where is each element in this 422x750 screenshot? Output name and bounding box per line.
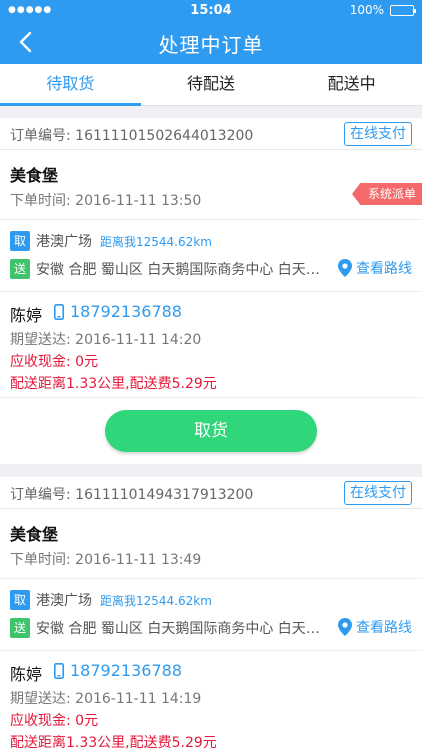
order-header: 订单编号: 16111101502644013200 在线支付 <box>0 118 422 150</box>
dropoff-address: 安徽 合肥 蜀山区 白天鹅国际商务中心 白天鹅国际商务中心 <box>36 621 328 637</box>
order-card: 订单编号: 16111101502644013200 在线支付 美食堡 下单时间… <box>0 118 422 464</box>
tab-delivering[interactable]: 配送中 <box>281 64 422 105</box>
dropoff-icon: 送 <box>10 259 30 279</box>
receiver-phone[interactable]: 18792136788 <box>54 661 182 680</box>
pickup-line: 取 港澳广场 距离我12544.62km <box>10 231 212 251</box>
status-bar: ●●●●● 15:04 100% <box>0 0 422 20</box>
status-right: 100% <box>349 3 416 17</box>
order-card: 订单编号: 16111101494317913200 在线支付 美食堡 下单时间… <box>0 477 422 750</box>
view-route-label: 查看路线 <box>356 620 412 636</box>
shop-name: 美食堡 <box>10 525 59 544</box>
nav-bar: 处理中订单 <box>0 20 422 64</box>
view-route-label: 查看路线 <box>356 261 412 277</box>
receiver-section: 陈婷 18792136788 期望送达: 2016-11-11 14:19 应收… <box>0 651 422 750</box>
pickup-line: 取 港澳广场 距离我12544.62km <box>10 590 212 610</box>
expected-delivery: 期望送达: 2016-11-11 14:19 <box>10 691 202 707</box>
battery-icon <box>390 4 416 16</box>
shop-section[interactable]: 美食堡 下单时间: 2016-11-11 13:49 <box>0 509 422 579</box>
view-route-link[interactable]: 查看路线 <box>338 617 412 637</box>
order-time: 下单时间: 2016-11-11 13:49 <box>10 552 202 568</box>
page-title: 处理中订单 <box>158 33 264 57</box>
dropoff-address: 安徽 合肥 蜀山区 白天鹅国际商务中心 白天鹅国际商务中心 <box>36 262 328 278</box>
tab-bar: 待取货 待配送 配送中 <box>0 64 422 106</box>
system-dispatch-tag: 系统派单 <box>352 183 422 205</box>
route-section: 取 港澳广场 距离我12544.62km 送 安徽 合肥 蜀山区 白天鹅国际商务… <box>0 220 422 292</box>
battery-percent: 100% <box>349 3 384 17</box>
dropoff-line: 送 安徽 合肥 蜀山区 白天鹅国际商务中心 白天鹅国际商务中心 <box>10 259 328 279</box>
pickup-icon: 取 <box>10 231 30 251</box>
receiver-name: 陈婷 <box>10 306 43 325</box>
order-number: 订单编号: 16111101502644013200 <box>10 128 254 144</box>
pickup-button[interactable]: 取货 <box>105 410 317 452</box>
route-section: 取 港澳广场 距离我12544.62km 送 安徽 合肥 蜀山区 白天鹅国际商务… <box>0 579 422 651</box>
pickup-name: 港澳广场 <box>36 593 92 609</box>
pickup-name: 港澳广场 <box>36 234 92 250</box>
cash-due: 应收现金: 0元 <box>10 354 99 370</box>
cash-due: 应收现金: 0元 <box>10 713 99 729</box>
payment-badge: 在线支付 <box>344 122 412 146</box>
order-header: 订单编号: 16111101494317913200 在线支付 <box>0 477 422 509</box>
receiver-section: 陈婷 18792136788 期望送达: 2016-11-11 14:20 应收… <box>0 292 422 398</box>
payment-badge: 在线支付 <box>344 481 412 505</box>
order-time: 下单时间: 2016-11-11 13:50 <box>10 193 202 209</box>
phone-number: 18792136788 <box>70 302 182 321</box>
location-pin-icon <box>338 259 352 277</box>
action-section: 取货 <box>0 398 422 462</box>
view-route-link[interactable]: 查看路线 <box>338 258 412 278</box>
delivery-fee: 配送距离1.33公里,配送费5.29元 <box>10 735 217 750</box>
tab-pending-delivery[interactable]: 待配送 <box>141 64 282 105</box>
dropoff-line: 送 安徽 合肥 蜀山区 白天鹅国际商务中心 白天鹅国际商务中心 <box>10 618 328 638</box>
dropoff-icon: 送 <box>10 618 30 638</box>
phone-number: 18792136788 <box>70 661 182 680</box>
pickup-icon: 取 <box>10 590 30 610</box>
pickup-distance: 距离我12544.62km <box>100 234 212 249</box>
shop-name: 美食堡 <box>10 166 59 185</box>
location-pin-icon <box>338 618 352 636</box>
tab-pending-pickup[interactable]: 待取货 <box>0 64 141 106</box>
order-number: 订单编号: 16111101494317913200 <box>10 487 254 503</box>
receiver-phone[interactable]: 18792136788 <box>54 302 182 321</box>
delivery-fee: 配送距离1.33公里,配送费5.29元 <box>10 376 217 392</box>
shop-section[interactable]: 美食堡 下单时间: 2016-11-11 13:50 系统派单 <box>0 150 422 220</box>
phone-icon <box>54 303 64 320</box>
phone-icon <box>54 662 64 679</box>
pickup-distance: 距离我12544.62km <box>100 593 212 608</box>
expected-delivery: 期望送达: 2016-11-11 14:20 <box>10 332 202 348</box>
receiver-name: 陈婷 <box>10 665 43 684</box>
app-header: ●●●●● 15:04 100% 处理中订单 <box>0 0 422 64</box>
